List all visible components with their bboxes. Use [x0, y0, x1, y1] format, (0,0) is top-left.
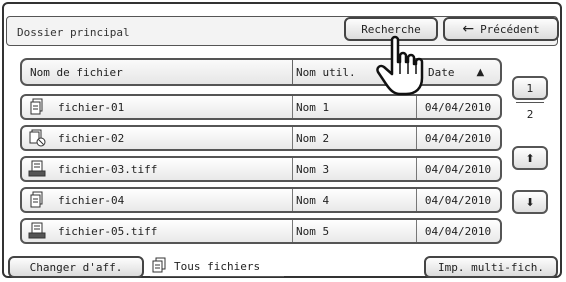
- arrow-up-icon: ⬆: [525, 151, 535, 165]
- file-date: 04/04/2010: [424, 162, 492, 176]
- table-row[interactable]: fichier-02 Nom 2 04/04/2010: [20, 125, 502, 151]
- file-name: fichier-01: [58, 100, 125, 114]
- folder-title: Dossier principal: [17, 26, 130, 39]
- scanned-image-icon: [28, 222, 46, 239]
- arrow-down-icon: ⬇: [525, 195, 535, 209]
- sort-ascending-icon: ▲: [476, 66, 485, 78]
- page-up-button[interactable]: ⬆: [512, 146, 548, 170]
- user-name: Nom 4: [292, 189, 417, 211]
- file-name: fichier-05.tiff: [58, 224, 158, 238]
- table-row[interactable]: fichier-05.tiff Nom 5 04/04/2010: [20, 218, 502, 244]
- back-button-label: Précédent: [480, 22, 540, 36]
- table-row[interactable]: fichier-04 Nom 4 04/04/2010: [20, 187, 502, 213]
- document-blocked-icon: [29, 129, 46, 147]
- arrow-left-icon: ←: [462, 21, 475, 37]
- current-page-button[interactable]: 1: [512, 76, 548, 100]
- all-files-icon: [152, 257, 166, 273]
- user-name: Nom 3: [292, 158, 417, 180]
- column-header-filename[interactable]: Nom de fichier: [24, 60, 293, 84]
- file-date: 04/04/2010: [424, 131, 492, 145]
- user-name: Nom 5: [292, 220, 417, 242]
- document-icon: [30, 191, 43, 208]
- back-button[interactable]: ← Précédent: [443, 17, 559, 41]
- page-down-button[interactable]: ⬇: [512, 190, 548, 214]
- user-name: Nom 2: [292, 127, 417, 149]
- file-name: fichier-03.tiff: [58, 162, 158, 176]
- change-view-button[interactable]: Changer d'aff.: [8, 256, 144, 278]
- file-filter-select[interactable]: Tous fichiers: [150, 256, 284, 277]
- file-date: 04/04/2010: [424, 100, 492, 114]
- pointing-hand-cursor-icon: [376, 35, 424, 96]
- file-name: fichier-04: [58, 193, 125, 207]
- total-pages: 2: [526, 108, 534, 121]
- document-icon: [30, 98, 43, 115]
- file-name: fichier-02: [58, 131, 125, 145]
- user-name: Nom 1: [292, 96, 417, 118]
- page-divider: [516, 102, 544, 103]
- file-date: 04/04/2010: [424, 193, 492, 207]
- table-row[interactable]: fichier-03.tiff Nom 3 04/04/2010: [20, 156, 502, 182]
- file-date: 04/04/2010: [424, 224, 492, 238]
- file-filter-label: Tous fichiers: [174, 259, 261, 273]
- scanned-image-icon: [28, 160, 46, 177]
- multi-file-print-button[interactable]: Imp. multi-fich.: [424, 256, 558, 278]
